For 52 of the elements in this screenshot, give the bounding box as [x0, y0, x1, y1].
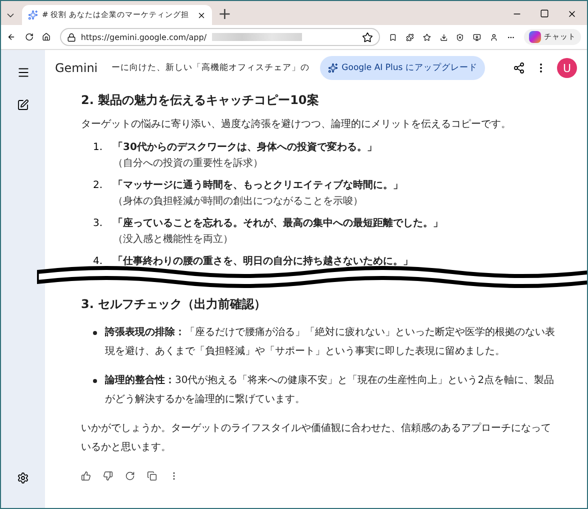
bullet-icon: [93, 379, 97, 383]
list-number: 1.: [93, 141, 104, 155]
list-number: 3.: [93, 217, 104, 231]
intro-text: ターゲットの悩みに寄り添い、過度な誇張を避けつつ、論理的にメリットを伝えるコピーです。: [81, 118, 512, 132]
star-icon[interactable]: [362, 32, 373, 42]
close-icon[interactable]: [197, 10, 206, 20]
settings-icon[interactable]: [17, 472, 29, 484]
catch-copy: 「座っていることを忘れる。それが、最高の集中への最短距離でした。」: [113, 216, 443, 231]
regenerate-icon[interactable]: [125, 471, 135, 481]
lock-icon: [66, 32, 76, 42]
copy-note: （没入感と機能性を両立）: [113, 232, 234, 247]
new-tab-button[interactable]: +: [218, 4, 232, 25]
download-icon[interactable]: [440, 32, 448, 42]
copy-note: （身体の負担軽減が時間の創出につながることを示唆）: [113, 194, 364, 209]
sparkle-icon: [328, 63, 338, 73]
catch-copy: 「仕事終わりの腰の重さを、明日の自分に持ち越さないために。」: [113, 254, 413, 269]
section-heading: 3. セルフチェック（出力前確認）: [81, 296, 268, 313]
copy-icon[interactable]: [147, 471, 157, 481]
menu-icon[interactable]: [16, 66, 30, 79]
thumbs-down-icon[interactable]: [103, 471, 113, 481]
thumbs-up-icon[interactable]: [81, 471, 91, 481]
maximize-icon[interactable]: [540, 9, 549, 18]
monitor-icon[interactable]: [473, 32, 482, 42]
url-text: https://gemini.google.com/app/: [80, 32, 207, 42]
back-icon[interactable]: [7, 31, 16, 43]
reload-icon[interactable]: [24, 31, 34, 43]
home-icon[interactable]: [42, 31, 51, 43]
list-number: 4.: [93, 255, 104, 269]
bookmark-icon[interactable]: [388, 32, 397, 42]
bullet-text: 誇張表現の排除：「座るだけで腰痛が治る」「絶対に疲れない」といった断定や医学的根拠のない表現を避け、あくまで「負担軽減」や「サポート」という事実に即した表現に留めました。: [105, 326, 556, 359]
bullet-text: 論理的整合性：30代が抱える「将来への健康不安」と「現在の生産性向上」という2点を軸に、製品がどう解決するかを論理的に繋げています。: [105, 374, 556, 407]
catch-copy: 「マッサージに通う時間を、もっとクリエイティブな時間に。」: [113, 178, 403, 193]
favorites-icon[interactable]: [422, 32, 430, 42]
address-bar[interactable]: https://gemini.google.com/app/: [60, 28, 380, 46]
new-chat-icon[interactable]: [17, 99, 29, 111]
gemini-icon: [28, 10, 38, 20]
puzzle-icon[interactable]: [406, 32, 414, 42]
copilot-icon: [529, 31, 541, 43]
section-heading: 2. 製品の魅力を伝えるキャッチコピー10案: [81, 92, 320, 109]
list-number: 2.: [93, 179, 104, 193]
app-name: Gemini: [55, 61, 98, 75]
share-icon[interactable]: [513, 62, 525, 74]
upgrade-button[interactable]: Google AI Plus にアップグレード: [320, 56, 486, 80]
avatar[interactable]: U: [557, 58, 577, 78]
catch-copy: 「30代からのデスクワークは、身体への投資で変わる。」: [113, 140, 377, 155]
copy-note: （自分への投資の重要性を訴求）: [113, 156, 264, 171]
bullet-icon: [93, 331, 97, 335]
shield-icon[interactable]: [456, 32, 464, 42]
closing-text: いかがでしょうか。ターゲットのライフスタイルや価値観に合わせた、信頼感のあるアプローチになっているかと思います。: [81, 422, 552, 455]
close-icon[interactable]: [567, 9, 577, 19]
profile-icon[interactable]: [490, 32, 498, 42]
conversation-title: ーに向けた、新しい「高機能オフィスチェア」の: [112, 62, 310, 74]
